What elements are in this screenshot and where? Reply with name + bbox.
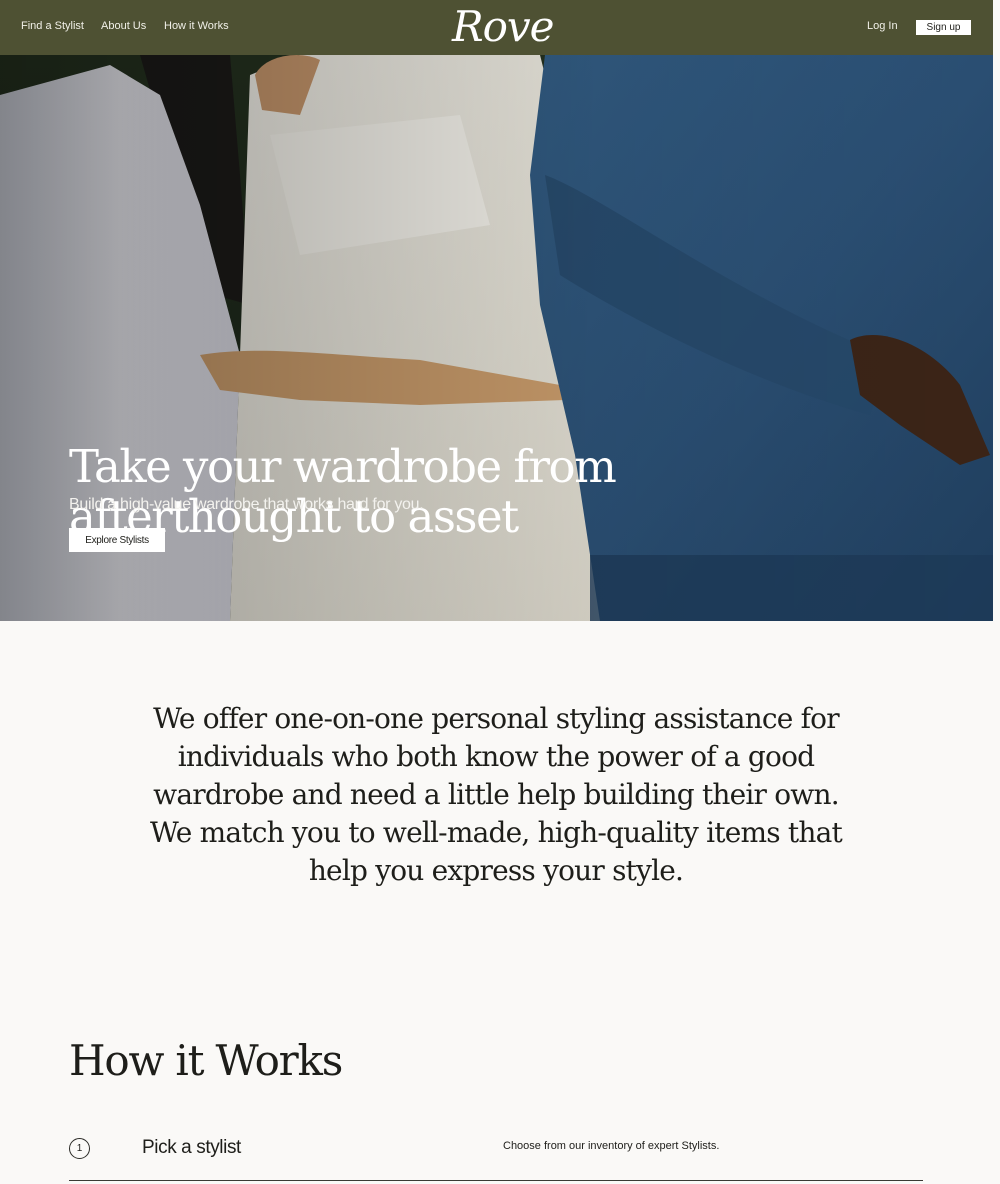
- how-it-works-heading: How it Works: [69, 1036, 343, 1085]
- hero-heading-line1: Take your wardrobe from: [69, 440, 617, 493]
- step-number-badge: 1: [69, 1138, 90, 1159]
- log-in-link[interactable]: Log In: [867, 20, 898, 32]
- step-title: Pick a stylist: [142, 1137, 241, 1158]
- rove-logo[interactable]: Rove: [452, 4, 554, 50]
- nav-find-stylist-link[interactable]: Find a Stylist: [21, 20, 84, 32]
- step-description: Choose from our inventory of expert Styl…: [503, 1140, 720, 1152]
- nav-about-us-link[interactable]: About Us: [101, 20, 146, 32]
- hero-subtitle: Build a high-value wardrobe that works h…: [69, 496, 424, 513]
- hero-heading: Take your wardrobe from afterthought to …: [69, 442, 689, 542]
- explore-stylists-button[interactable]: Explore Stylists: [69, 528, 165, 552]
- nav-how-it-works-link[interactable]: How it Works: [164, 20, 229, 32]
- intro-statement: We offer one-on-one personal styling ass…: [150, 702, 843, 887]
- step-divider: [69, 1180, 923, 1181]
- top-navigation: Find a Stylist About Us How it Works Rov…: [0, 0, 993, 55]
- sign-up-button[interactable]: Sign up: [916, 20, 971, 35]
